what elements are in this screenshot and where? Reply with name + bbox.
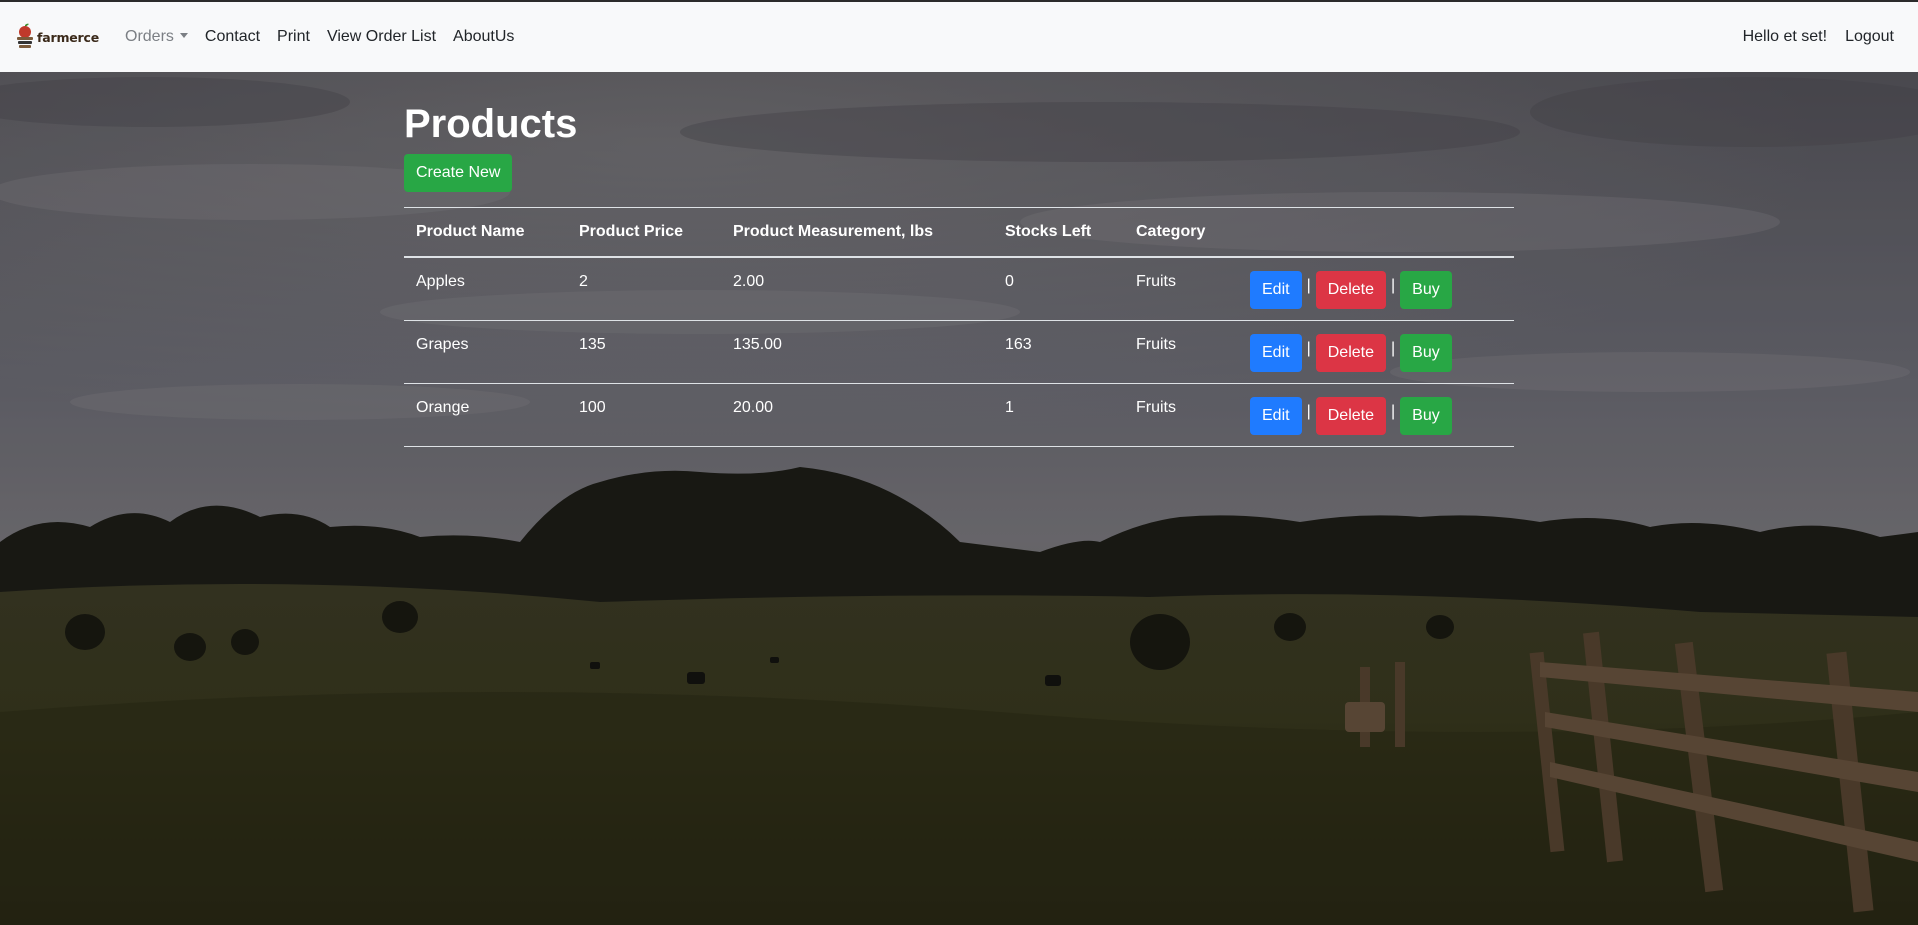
action-separator: | [1306,277,1311,294]
nav-orders-dropdown[interactable]: Orders [125,28,188,46]
cell-product-price: 135 [567,320,721,384]
buy-button[interactable]: Buy [1400,397,1452,435]
nav-print-link[interactable]: Print [277,28,310,46]
cell-product-price: 2 [567,257,721,321]
apple-stack-logo-icon [17,23,33,48]
table-row: Grapes 135 135.00 163 Fruits Edit | Delete… [404,320,1514,384]
action-separator: | [1306,340,1311,357]
header-category: Category [1124,207,1238,258]
table-header-row: Product Name Product Price Product Measu… [404,207,1514,258]
buy-button[interactable]: Buy [1400,271,1452,309]
logout-link[interactable]: Logout [1845,28,1894,46]
brand-name: farmerce [37,29,99,45]
brand-logo-link[interactable]: farmerce [14,23,99,51]
cell-product-name: Apples [404,257,567,321]
edit-button[interactable]: Edit [1250,397,1302,435]
background-landscape-image [0,72,1918,925]
action-separator: | [1306,403,1311,420]
action-separator: | [1390,403,1396,420]
cell-stocks-left: 1 [993,383,1124,447]
header-actions [1238,207,1514,258]
cell-category: Fruits [1124,383,1238,447]
cell-product-name: Orange [404,383,567,447]
cell-product-measurement: 135.00 [721,320,993,384]
top-navbar: farmerce Orders Contact Print View Order… [0,0,1918,72]
buy-button[interactable]: Buy [1400,334,1452,372]
header-product-name: Product Name [404,207,567,258]
cell-stocks-left: 0 [993,257,1124,321]
action-separator: | [1390,277,1396,294]
cell-category: Fruits [1124,320,1238,384]
table-row: Orange 100 20.00 1 Fruits Edit | Delete | Bu… [404,383,1514,447]
nav-contact-link[interactable]: Contact [205,28,260,46]
products-table: Product Name Product Price Product Measu… [404,207,1514,447]
edit-button[interactable]: Edit [1250,334,1302,372]
cell-stocks-left: 163 [993,320,1124,384]
nav-view-order-list-link[interactable]: View Order List [327,28,436,46]
header-product-price: Product Price [567,207,721,258]
row-actions: Edit | Delete | Buy [1238,320,1514,384]
delete-button[interactable]: Delete [1315,397,1386,435]
cell-product-measurement: 2.00 [721,257,993,321]
cell-product-name: Grapes [404,320,567,384]
table-row: Apples 2 2.00 0 Fruits Edit | Delete | Buy [404,257,1514,321]
delete-button[interactable]: Delete [1315,334,1386,372]
cell-product-measurement: 20.00 [721,383,993,447]
action-separator: | [1390,340,1396,357]
page-title: Products [404,102,578,146]
header-stocks-left: Stocks Left [993,207,1124,258]
nav-user-area: Hello et set! Logout [1743,28,1894,46]
user-greeting-link[interactable]: Hello et set! [1743,28,1827,46]
row-actions: Edit | Delete | Buy [1238,383,1514,447]
chevron-down-icon [179,33,188,38]
edit-button[interactable]: Edit [1250,271,1302,309]
cell-product-price: 100 [567,383,721,447]
row-actions: Edit | Delete | Buy [1238,257,1514,321]
cell-category: Fruits [1124,257,1238,321]
delete-button[interactable]: Delete [1315,271,1386,309]
nav-orders-label: Orders [125,28,174,45]
nav-about-link[interactable]: AboutUs [453,28,514,46]
create-new-button[interactable]: Create New [404,154,513,192]
header-product-measurement: Product Measurement, lbs [721,207,993,258]
